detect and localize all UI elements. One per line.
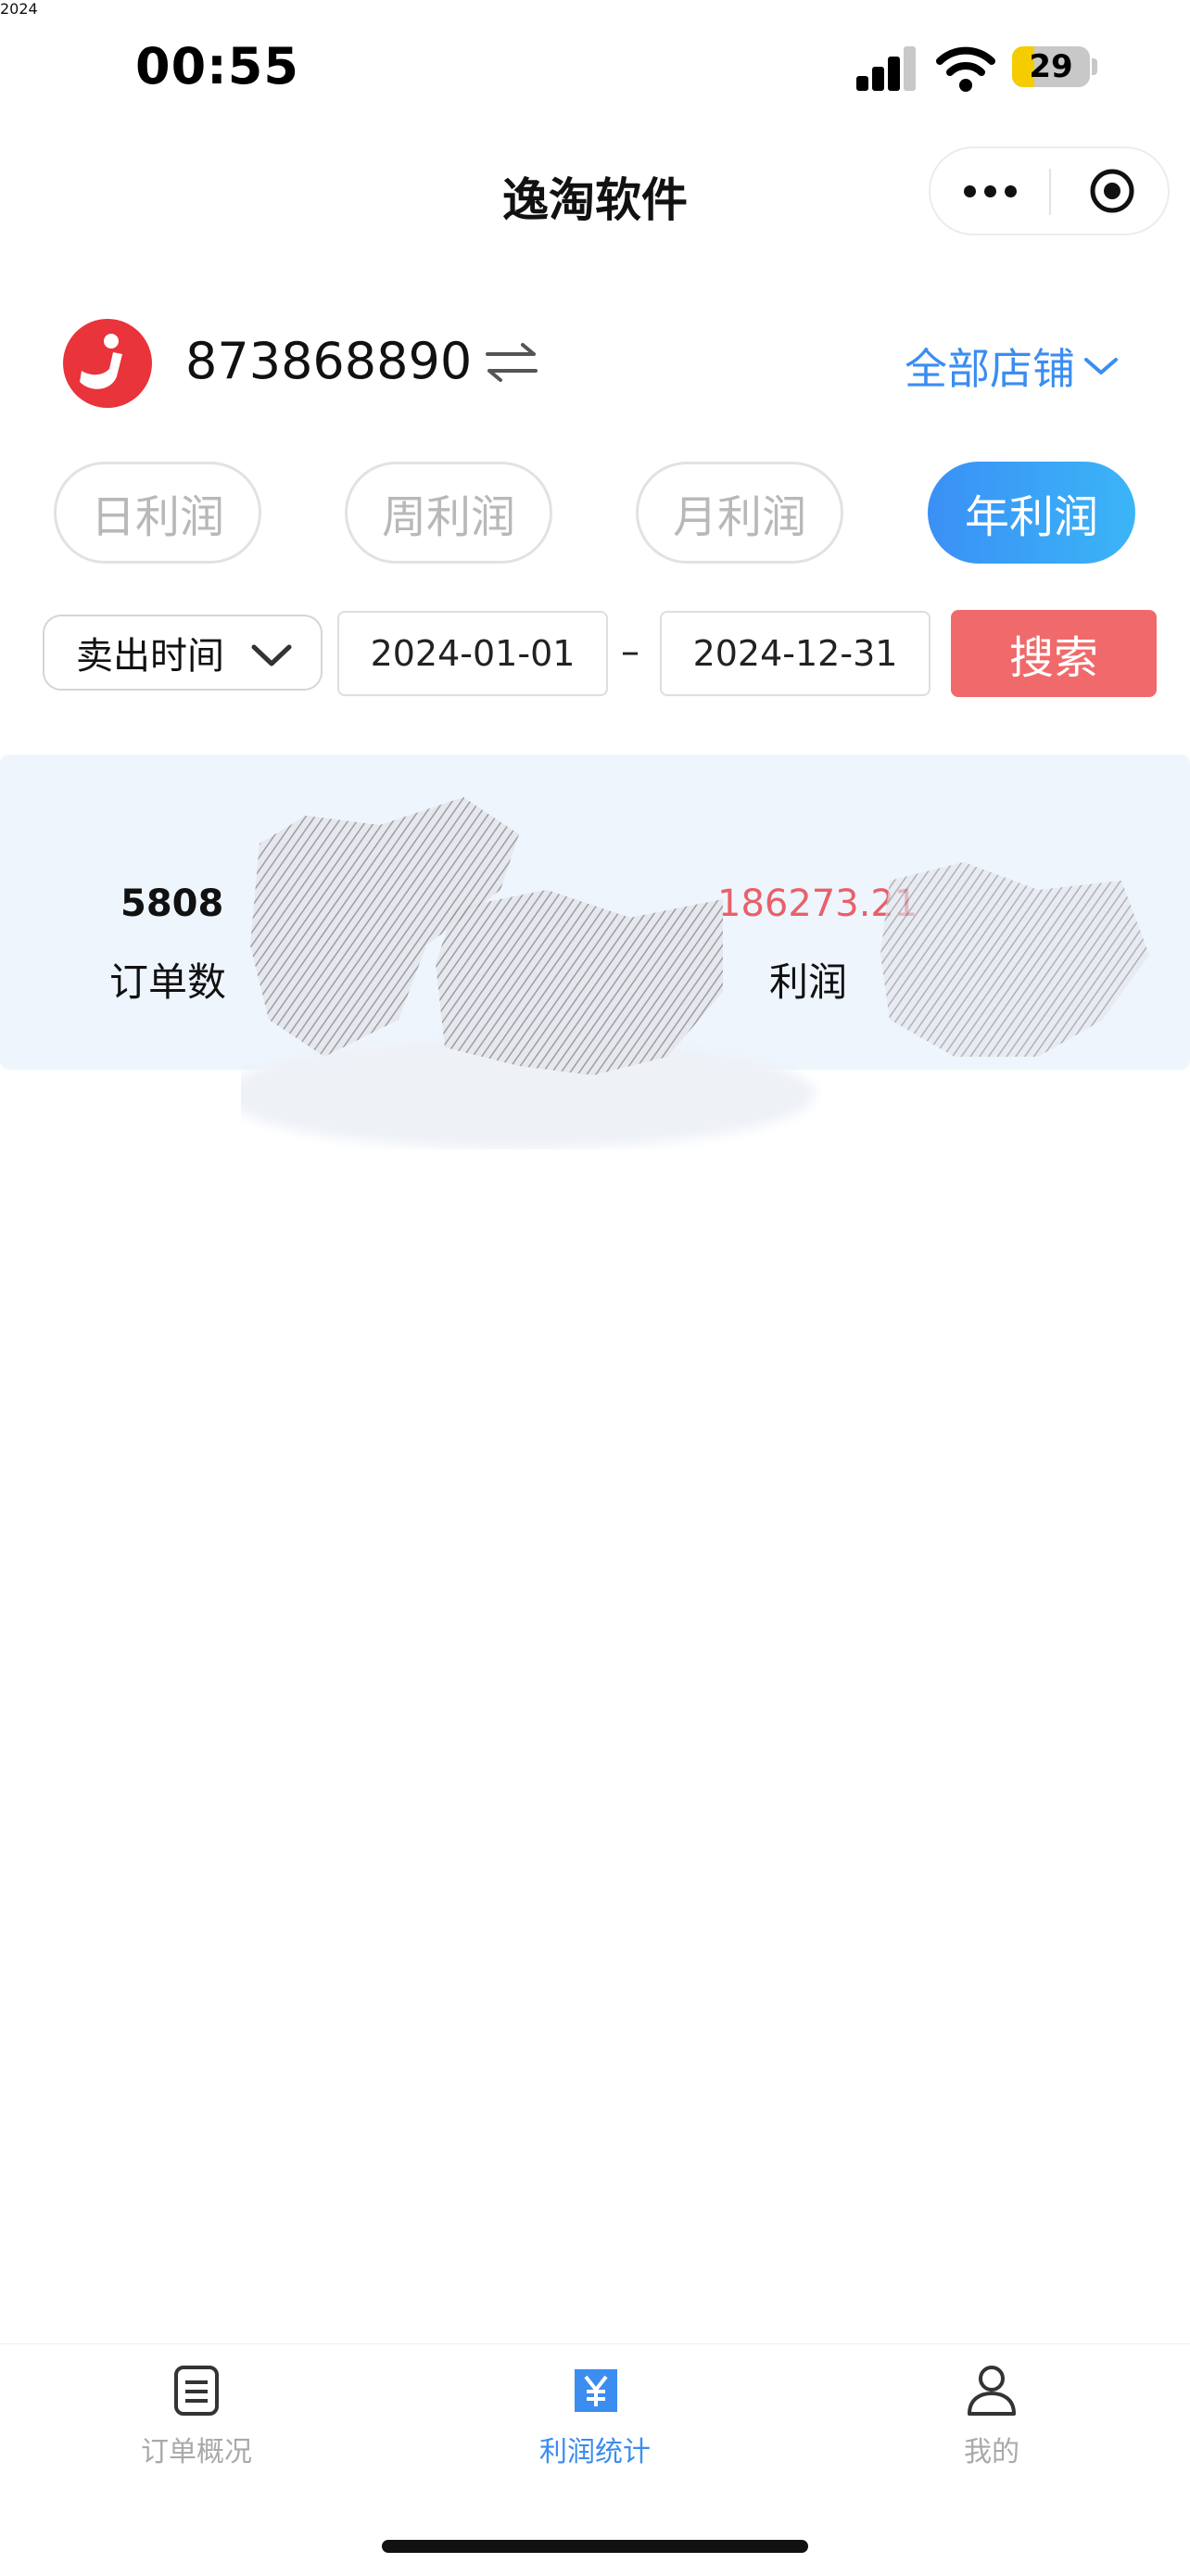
tab-weekly-profit[interactable]: 周利润 (345, 462, 552, 564)
orders-count: 5808 (120, 882, 224, 925)
battery-level: 29 (1029, 48, 1073, 85)
end-date-field[interactable]: 2024-12-31 (660, 611, 930, 696)
profit-label: 利润 (769, 959, 848, 1005)
tab-yearly-profit[interactable]: 年利润 (928, 462, 1135, 564)
start-date-field[interactable]: 2024-01-01 (337, 611, 608, 696)
time-type-label: 卖出时间 (76, 635, 224, 678)
tab-daily-profit[interactable]: 日利润 (54, 462, 261, 564)
person-icon (968, 2366, 1016, 2416)
wifi-icon (936, 46, 995, 92)
switch-account-icon[interactable] (484, 339, 539, 386)
miniprogram-capsule (929, 146, 1170, 235)
app-logo-icon (63, 319, 152, 408)
yen-icon (575, 2369, 617, 2412)
orders-label: 订单数 (109, 959, 227, 1005)
tabbar-item-me[interactable]: 我的 (871, 2362, 1112, 2469)
chevron-down-icon (1084, 358, 1118, 374)
battery-cap (1092, 58, 1097, 75)
tab-monthly-profit[interactable]: 月利润 (636, 462, 843, 564)
capsule-divider (1049, 169, 1051, 215)
tabbar-label-me: 我的 (964, 2436, 1019, 2468)
signal-icon (856, 44, 918, 91)
status-time: 00:55 (135, 37, 299, 95)
tabbar-item-profit[interactable]: 利润统计 (475, 2362, 715, 2469)
shop-filter-dropdown[interactable]: 全部店铺 (905, 336, 1120, 397)
tabbar-item-orders[interactable]: 订单概况 (76, 2362, 317, 2469)
clipboard-icon (174, 2366, 219, 2416)
close-miniprogram-icon[interactable] (1088, 167, 1136, 215)
more-button[interactable] (930, 148, 1049, 234)
profit-value: 186273.21 (717, 882, 918, 925)
tabbar-label-profit: 利润统计 (539, 2436, 651, 2468)
shop-filter-label: 全部店铺 (905, 344, 1075, 394)
status-bar: 00:55 29 (0, 0, 1190, 139)
chevron-down-icon (251, 644, 292, 666)
account-id: 873868890 (185, 332, 473, 390)
home-indicator (382, 2540, 808, 2553)
tabbar-label-orders: 订单概况 (141, 2436, 252, 2468)
search-button[interactable]: 搜索 (951, 610, 1157, 697)
battery-icon: 29 (1012, 46, 1090, 87)
time-type-select[interactable]: 卖出时间 (43, 615, 323, 691)
date-separator: – (621, 630, 639, 673)
